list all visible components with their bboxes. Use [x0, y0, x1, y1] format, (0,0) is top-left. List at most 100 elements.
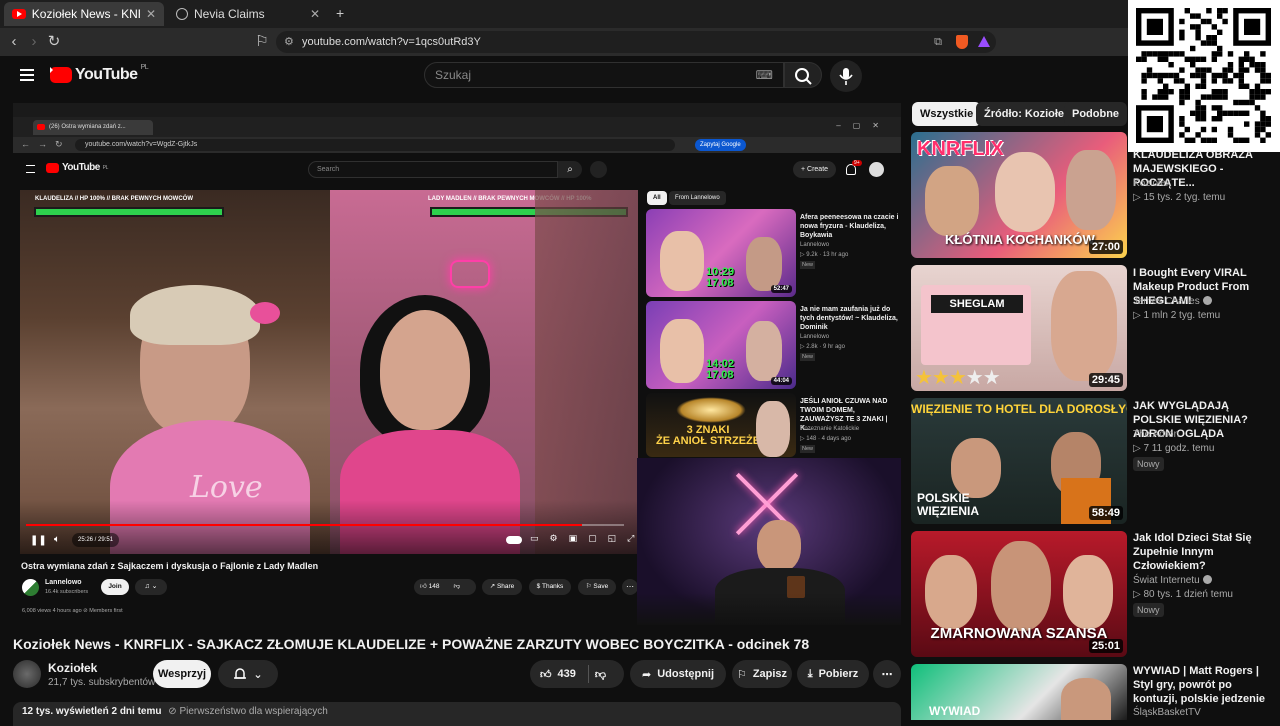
thumb-person	[925, 166, 979, 236]
channel-name[interactable]: Koziołek	[48, 661, 97, 675]
streamer-head	[757, 520, 801, 572]
sidebar-channel[interactable]: Świat Internetu	[1133, 575, 1212, 586]
sidebar-video-title[interactable]: WYWIAD | Matt Rogers | Styl gry, powrót …	[1133, 664, 1273, 706]
notification-count: 9+	[852, 160, 862, 166]
embedded-bell-button: ♫ ⌄	[135, 579, 167, 595]
sidebar-channel[interactable]: Koziołek	[1133, 178, 1171, 189]
neon-sign	[450, 260, 490, 288]
country-code: PL	[140, 64, 149, 71]
chip-similar[interactable]: Podobne	[1064, 102, 1128, 126]
video-thumbnail[interactable]: WYWIAD	[911, 664, 1127, 720]
rec-overlay: 10:29 17.08	[706, 266, 735, 289]
sidebar-channel-name: James Charles	[1133, 296, 1200, 307]
volume-icon: 🔈︎	[54, 534, 60, 545]
embedded-save-label: Save	[593, 583, 609, 590]
voice-search-button[interactable]	[830, 60, 862, 92]
video-thumbnail[interactable]: WIĘZIENIE TO HOTEL DLA DOROSŁYCH POLSKIE…	[911, 398, 1127, 524]
webcam-overlay	[637, 458, 901, 625]
autoplay-toggle	[506, 536, 522, 544]
chip-all[interactable]: Wszystkie	[912, 102, 982, 126]
dislike-icon[interactable]: 👎︎	[595, 668, 606, 681]
rec-person	[746, 237, 782, 291]
more-button[interactable]: ⋯	[873, 660, 901, 688]
support-button[interactable]: Wesprzyj	[153, 660, 211, 688]
search-button[interactable]	[784, 62, 822, 88]
view-count: 12 tys. wyświetleń 2 dni temu	[22, 706, 162, 717]
url-field[interactable]: ⚙ youtube.com/watch?v=1qcs0utRd3Y ⧉	[276, 31, 996, 53]
menu-icon[interactable]	[20, 69, 34, 81]
brave-shield-icon[interactable]	[956, 35, 968, 49]
share-button[interactable]: ➦ Udostępnij	[630, 660, 726, 688]
glass	[787, 576, 805, 598]
notifications-button[interactable]: ⌄	[218, 660, 278, 688]
thumb-person	[1051, 271, 1117, 381]
reload-icon[interactable]: ↻	[46, 34, 62, 50]
embedded-rec-meta: ▷ 9.2k · 13 hr ago	[800, 252, 849, 258]
new-badge: Nowy	[1133, 457, 1164, 471]
thumb-person	[1063, 555, 1113, 629]
back-icon[interactable]: ‹	[6, 34, 22, 50]
mic-icon	[839, 68, 853, 85]
forward-icon[interactable]: ›	[26, 34, 42, 50]
left-hp-label: KLAUDELIZA // HP 100% // BRAK PEWNYCH MO…	[35, 196, 194, 202]
save-button[interactable]: ⚐ Zapisz	[732, 660, 792, 688]
sidebar-channel[interactable]: The Adron	[1133, 429, 1179, 440]
sidebar-meta: ▷ 15 tys. 2 tyg. temu	[1133, 192, 1226, 203]
new-tab-button[interactable]: +	[336, 5, 344, 21]
pause-icon: ❚❚	[30, 535, 47, 546]
subscriber-count: 21,7 tys. subskrybentów	[48, 677, 156, 688]
progress-track[interactable]	[26, 524, 624, 526]
progress-fill	[26, 524, 583, 526]
new-badge: Nowy	[1133, 603, 1164, 617]
sidebar-meta: ▷ 80 tys. 1 dzień temu	[1133, 589, 1233, 600]
duration-badge: 25:01	[1088, 639, 1123, 653]
video-player[interactable]: (26) Ostra wymiana zdań z... –▢✕ ←→↻ you…	[13, 103, 901, 625]
thumb-headline: WIĘZIENIE TO HOTEL DLA DOROSŁYCH	[911, 402, 1127, 416]
create-button: + Create	[793, 161, 837, 178]
browser-tab[interactable]: Nevia Claims ✕	[168, 2, 328, 26]
sidebar-channel[interactable]: James Charles	[1133, 296, 1212, 307]
thumb-person	[1066, 150, 1116, 230]
save-label: Zapisz	[752, 668, 788, 680]
embedded-rec-channel: Rozeznanie Katolickie	[800, 426, 860, 432]
like-count[interactable]: 439	[558, 668, 576, 680]
embed-top-strip	[13, 103, 901, 117]
open-external-icon[interactable]: ⧉	[934, 31, 942, 53]
download-button[interactable]: ⤓ Pobierz	[797, 660, 869, 688]
description-box[interactable]: 12 tys. wyświetleń 2 dni temu ⊘ Pierwsze…	[13, 702, 901, 726]
mic-icon	[590, 161, 607, 178]
embedded-rec-channel: Lannelowo	[800, 334, 830, 340]
rec-overlay: 14:02 17.08	[706, 358, 735, 381]
rec-person	[756, 401, 790, 457]
browser-tab-active[interactable]: Koziołek News - KNRFLIX - S... ✕	[4, 2, 164, 26]
window-controls: –▢✕	[836, 121, 891, 130]
sidebar-channel[interactable]: ŚląskBasketTV	[1133, 707, 1201, 718]
duration-badge: 52:47	[770, 285, 792, 293]
keyboard-icon[interactable]: ⌨	[756, 63, 773, 87]
search-input[interactable]: Szukaj ⌨	[424, 62, 784, 88]
rewards-icon[interactable]	[978, 36, 990, 47]
person-right	[380, 310, 470, 430]
thumb-person	[1061, 678, 1111, 720]
close-tab-icon[interactable]: ✕	[146, 7, 156, 21]
thumb-person	[995, 152, 1055, 232]
embedded-address-bar: ←→↻ youtube.com/watch?v=WgdZ-GjtkJs Zapy…	[13, 137, 901, 153]
bookmark-icon[interactable]: ⚐	[254, 34, 270, 50]
more-icon: ⋯	[881, 668, 893, 681]
desk	[637, 593, 901, 625]
left-hp-bar	[36, 209, 222, 215]
youtube-logo[interactable]: YouTube PL	[50, 64, 149, 84]
embedded-rec-badge: New	[800, 261, 816, 269]
thumb-person	[951, 438, 1001, 498]
like-icon[interactable]: 👍︎	[540, 668, 552, 681]
youtube-header: YouTube PL Szukaj ⌨	[0, 56, 1280, 96]
video-thumbnail[interactable]: ZMARNOWANA SZANSA 25:01	[911, 531, 1127, 657]
share-icon: ➦	[641, 668, 652, 681]
site-info-icon[interactable]: ⚙	[284, 31, 294, 53]
video-thumbnail[interactable]: SHEGLAM ★★★★★ 29:45	[911, 265, 1127, 391]
sidebar-video-title[interactable]: Jak Idol Dzieci Stał Się Zupełnie Innym …	[1133, 531, 1273, 573]
video-thumbnail[interactable]: KNRFLIX KŁÓTNIA KOCHANKÓW 27:00	[911, 132, 1127, 258]
chip-source[interactable]: Źródło: Koziołek	[976, 102, 1079, 126]
avatar[interactable]	[13, 660, 41, 688]
close-tab-icon[interactable]: ✕	[310, 7, 320, 21]
